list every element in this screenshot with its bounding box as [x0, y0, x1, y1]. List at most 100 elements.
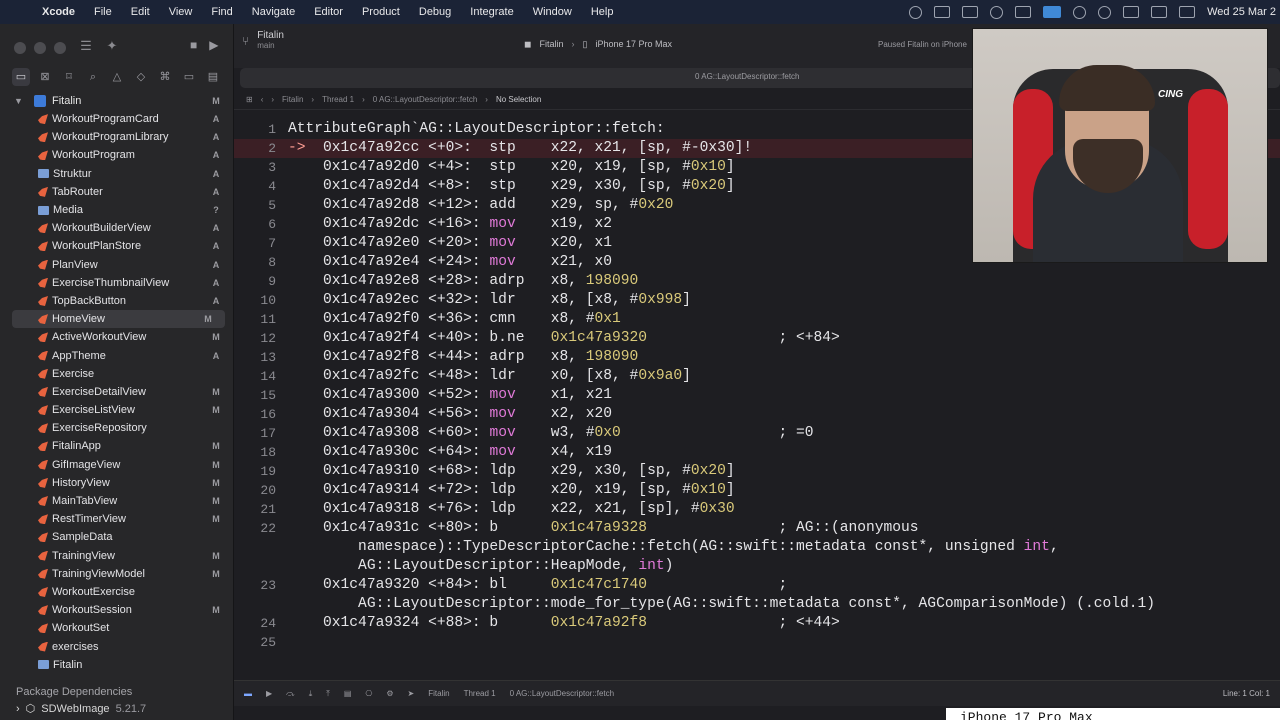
project-title[interactable]: ⑂ Fitalin main	[242, 30, 284, 50]
file-item[interactable]: PlanView A	[0, 256, 233, 274]
clock[interactable]: Wed 25 Mar 2	[1207, 6, 1276, 18]
menu-window[interactable]: Window	[533, 6, 572, 18]
stop-icon[interactable]: ■	[190, 38, 197, 52]
line-number[interactable]: 12	[234, 329, 276, 348]
code-line[interactable]: AG::LayoutDescriptor::mode_for_type(AG::…	[234, 595, 1280, 614]
file-item[interactable]: TabRouter A	[0, 183, 233, 201]
cloud-icon[interactable]	[990, 5, 1004, 19]
line-number[interactable]: 18	[234, 443, 276, 462]
menu-app[interactable]: Xcode	[42, 6, 75, 18]
jump-thread[interactable]: Thread 1	[322, 95, 354, 104]
code-line[interactable]: 25	[234, 633, 1280, 652]
file-item[interactable]: MainTabView M	[0, 492, 233, 510]
file-item[interactable]: HistoryView M	[0, 474, 233, 492]
file-item[interactable]: HomeView M	[12, 310, 225, 329]
sync-icon[interactable]	[909, 5, 923, 19]
file-item[interactable]: ExerciseThumbnailView A	[0, 274, 233, 292]
file-item[interactable]: AppTheme A	[0, 346, 233, 364]
file-item[interactable]: ActiveWorkoutView M	[0, 328, 233, 346]
chevron-down-icon[interactable]: ▼	[14, 96, 24, 106]
file-item[interactable]: WorkoutSet	[0, 619, 233, 637]
bookmark-icon[interactable]: ⌑	[60, 68, 78, 86]
debug-icon[interactable]: ⌘	[156, 68, 174, 86]
package-item[interactable]: › ⬡ SDWebImage 5.21.7	[16, 702, 146, 716]
menu-product[interactable]: Product	[362, 6, 400, 18]
code-line[interactable]: 23 0x1c47a9320 <+84>: bl 0x1c47c1740 ;	[234, 576, 1280, 595]
project-navigator-icon[interactable]: ▭	[12, 68, 30, 86]
file-item[interactable]: GifImageView M	[0, 456, 233, 474]
line-number[interactable]: 5	[234, 196, 276, 215]
debug-frame[interactable]: 0 AG::LayoutDescriptor::fetch	[510, 689, 615, 698]
debug-thread[interactable]: Thread 1	[464, 689, 496, 698]
battery-icon[interactable]	[1151, 6, 1168, 18]
line-number[interactable]: 24	[234, 614, 276, 633]
line-number[interactable]: 19	[234, 462, 276, 481]
file-item[interactable]: Exercise	[0, 365, 233, 383]
line-number[interactable]: 10	[234, 291, 276, 310]
menu-navigate[interactable]: Navigate	[252, 6, 295, 18]
line-number[interactable]: 3	[234, 158, 276, 177]
debug-project[interactable]: Fitalin	[428, 689, 449, 698]
close-button[interactable]	[14, 42, 26, 54]
display-icon[interactable]	[934, 6, 951, 18]
file-item[interactable]: FitalinApp M	[0, 437, 233, 455]
control-center-icon[interactable]	[1179, 6, 1196, 18]
file-item[interactable]: RestTimerView M	[0, 510, 233, 528]
report-icon[interactable]: ▤	[204, 68, 222, 86]
line-number[interactable]: 4	[234, 177, 276, 196]
code-line[interactable]: 21 0x1c47a9318 <+76>: ldp x22, x21, [sp]…	[234, 500, 1280, 519]
continue-icon[interactable]: ▶	[266, 689, 272, 698]
step-out-icon[interactable]: ⤒	[326, 689, 330, 699]
find-icon[interactable]: ⌕	[84, 68, 102, 86]
sidebar-toggle-icon[interactable]: ☰	[78, 38, 94, 54]
chevron-right-icon[interactable]: ›	[16, 703, 20, 715]
line-number[interactable]: 20	[234, 481, 276, 500]
scheme-name[interactable]: Fitalin	[539, 39, 563, 50]
file-item[interactable]: WorkoutProgram A	[0, 146, 233, 164]
code-line[interactable]: 12 0x1c47a92f4 <+40>: b.ne 0x1c47a9320 ;…	[234, 329, 1280, 348]
file-item[interactable]: WorkoutBuilderView A	[0, 219, 233, 237]
line-number[interactable]: 16	[234, 405, 276, 424]
pen-icon[interactable]	[962, 6, 979, 18]
environment-icon[interactable]: ⚙	[386, 689, 393, 698]
file-item[interactable]: exercises	[0, 637, 233, 655]
menu-integrate[interactable]: Integrate	[470, 6, 513, 18]
code-line[interactable]: 18 0x1c47a930c <+64>: mov x4, x19	[234, 443, 1280, 462]
line-number[interactable]: 21	[234, 500, 276, 519]
issue-icon[interactable]: △	[108, 68, 126, 86]
code-line[interactable]: 14 0x1c47a92fc <+48>: ldr x0, [x8, #0x9a…	[234, 367, 1280, 386]
file-item[interactable]: WorkoutProgramLibrary A	[0, 128, 233, 146]
code-line[interactable]: 11 0x1c47a92f0 <+36>: cmn x8, #0x1	[234, 310, 1280, 329]
menu-edit[interactable]: Edit	[131, 6, 150, 18]
file-item[interactable]: ExerciseRepository	[0, 419, 233, 437]
line-number[interactable]: 6	[234, 215, 276, 234]
sparkle-icon[interactable]: ✦	[104, 38, 120, 54]
code-line[interactable]: 19 0x1c47a9310 <+68>: ldp x29, x30, [sp,…	[234, 462, 1280, 481]
destination-name[interactable]: iPhone 17 Pro Max	[595, 39, 672, 50]
file-item[interactable]: Fitalin	[0, 656, 233, 674]
file-item[interactable]: ExerciseDetailView M	[0, 383, 233, 401]
file-item[interactable]: WorkoutSession M	[0, 601, 233, 619]
line-number[interactable]: 25	[234, 633, 276, 652]
code-line[interactable]: 20 0x1c47a9314 <+72>: ldp x20, x19, [sp,…	[234, 481, 1280, 500]
step-into-icon[interactable]: ⤓	[309, 689, 313, 699]
line-number[interactable]: 13	[234, 348, 276, 367]
line-number[interactable]: 15	[234, 386, 276, 405]
file-item[interactable]: TopBackButton A	[0, 292, 233, 310]
menu-find[interactable]: Find	[211, 6, 232, 18]
line-number[interactable]: 9	[234, 272, 276, 291]
breakpoints-toggle-icon[interactable]: ▬	[244, 689, 252, 698]
menu-editor[interactable]: Editor	[314, 6, 343, 18]
code-line[interactable]: 10 0x1c47a92ec <+32>: ldr x8, [x8, #0x99…	[234, 291, 1280, 310]
file-item[interactable]: SampleData	[0, 528, 233, 546]
search-icon[interactable]	[1098, 5, 1112, 19]
file-item[interactable]: WorkoutProgramCard A	[0, 110, 233, 128]
project-root[interactable]: ▼ Fitalin M	[0, 92, 233, 110]
code-line[interactable]: 9 0x1c47a92e8 <+28>: adrp x8, 198090	[234, 272, 1280, 291]
editor-tab[interactable]: 0 AG::LayoutDescriptor::fetch	[695, 72, 800, 81]
camera-icon[interactable]	[1043, 6, 1062, 18]
line-number[interactable]: 11	[234, 310, 276, 329]
code-line[interactable]: 24 0x1c47a9324 <+88>: b 0x1c47a92f8 ; <+…	[234, 614, 1280, 633]
file-item[interactable]: TrainingViewModel M	[0, 565, 233, 583]
file-item[interactable]: TrainingView M	[0, 547, 233, 565]
